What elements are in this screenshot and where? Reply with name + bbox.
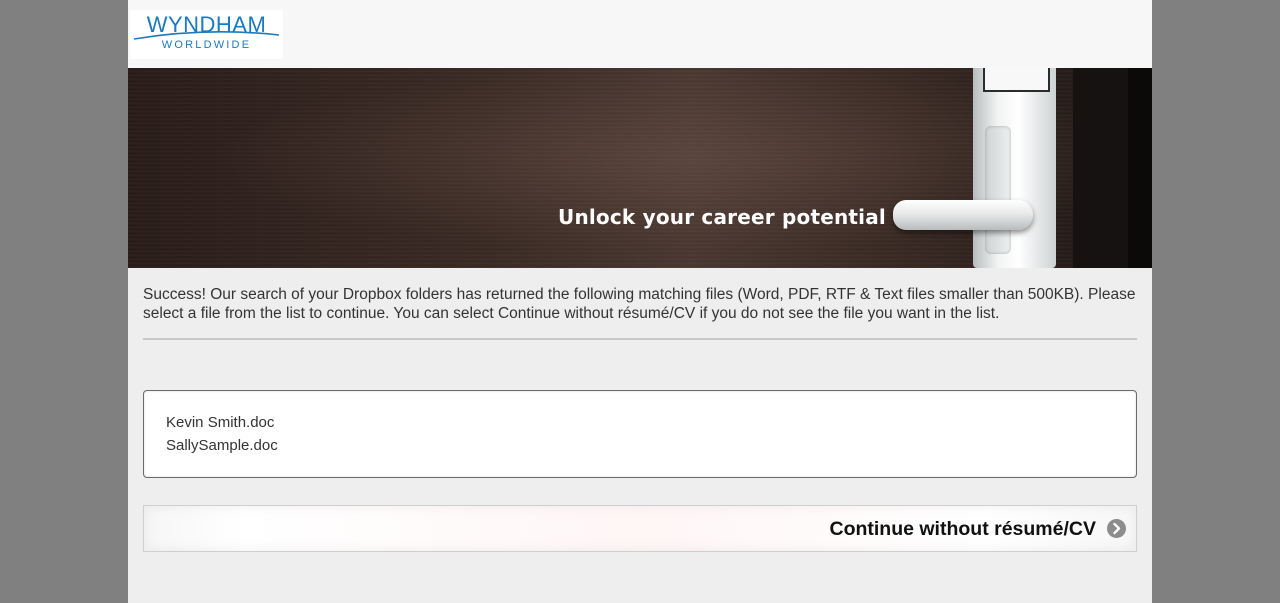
divider [143,338,1137,340]
file-list[interactable]: Kevin Smith.doc SallySample.doc [143,390,1137,478]
file-item[interactable]: SallySample.doc [166,437,278,455]
chevron-right-circle-icon [1107,519,1126,538]
lock-slot [985,126,1011,254]
banner-tagline: Unlock your career potential [558,205,886,229]
hero-banner: Unlock your career potential [128,68,1152,268]
continue-without-resume-button[interactable]: Continue without résumé/CV [143,505,1137,552]
page-container: WYNDHAM WORLDWIDE Unlock your career pot… [128,0,1152,603]
wyndham-logo[interactable]: WYNDHAM WORLDWIDE [130,10,283,59]
door-handle [893,200,1033,230]
site-header: WYNDHAM WORLDWIDE [128,0,1152,68]
success-message: Success! Our search of your Dropbox fold… [143,286,1136,322]
file-item[interactable]: Kevin Smith.doc [166,414,274,432]
door-frame-edge [1128,68,1152,268]
card-reader [983,68,1050,92]
logo-subtitle: WORLDWIDE [161,39,252,51]
continue-button-label: Continue without résumé/CV [829,518,1096,540]
